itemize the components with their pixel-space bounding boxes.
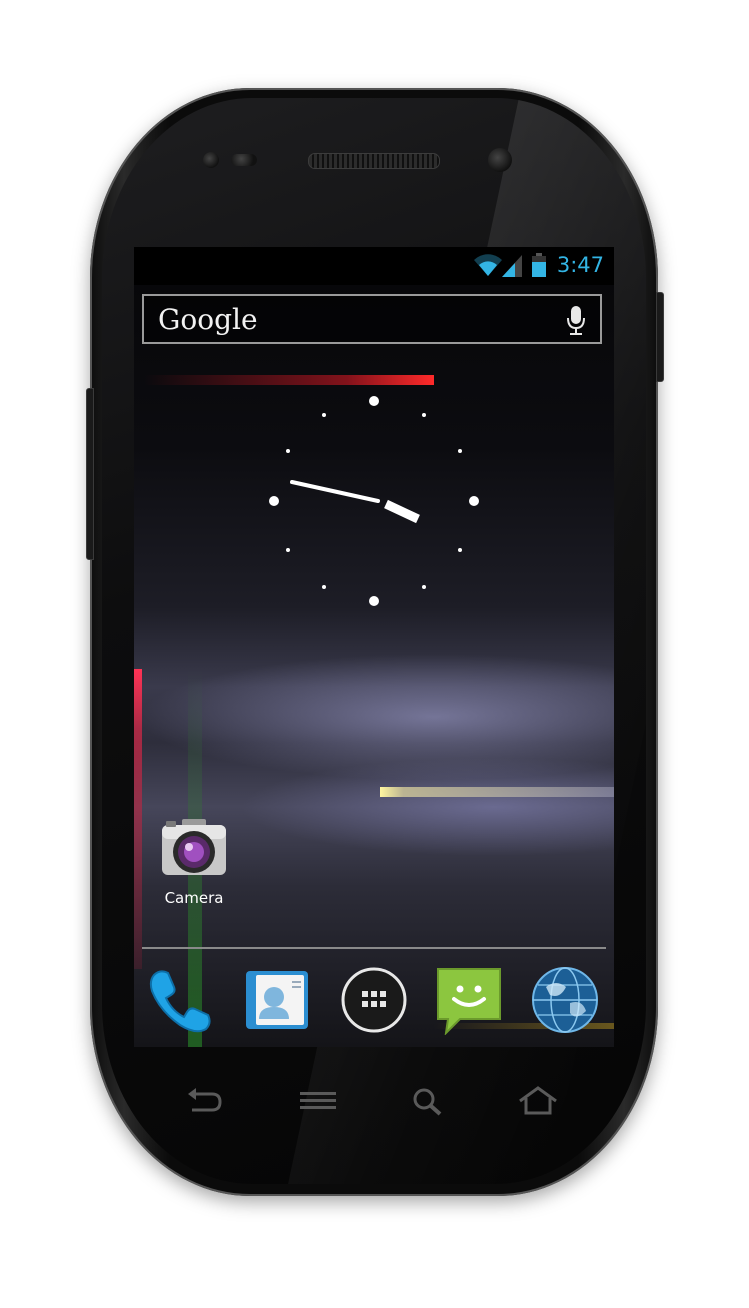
clock-marker-12 — [369, 396, 379, 406]
clock-marker-4 — [458, 548, 462, 552]
clock-hour-hand — [384, 499, 420, 524]
clock-marker-6 — [369, 596, 379, 606]
battery-icon — [532, 253, 546, 277]
red-light-streak — [144, 375, 434, 385]
back-icon[interactable] — [184, 1086, 224, 1116]
clock-marker-2 — [458, 449, 462, 453]
dock-app-drawer[interactable] — [339, 965, 409, 1035]
search-icon[interactable] — [408, 1086, 448, 1116]
dock-contacts[interactable] — [242, 965, 312, 1035]
power-button[interactable] — [656, 292, 664, 382]
camera-shortcut[interactable]: Camera — [154, 817, 234, 907]
clock-marker-11 — [322, 413, 326, 417]
google-logo-text: Google — [158, 303, 258, 336]
proximity-sensor-icon — [203, 152, 219, 168]
dock-messaging[interactable] — [434, 965, 504, 1036]
signal-icon — [502, 255, 522, 277]
phone-icon — [149, 970, 211, 1033]
mic-icon[interactable] — [566, 306, 586, 336]
earpiece-speaker — [308, 153, 440, 169]
red-vertical-streak — [134, 669, 142, 969]
clock-marker-9 — [269, 496, 279, 506]
google-search-bar[interactable]: Google — [142, 294, 602, 344]
messaging-icon — [437, 968, 501, 1036]
wifi-icon — [474, 254, 502, 276]
contacts-icon — [246, 971, 308, 1029]
clock-marker-3 — [469, 496, 479, 506]
home-icon[interactable] — [518, 1086, 558, 1116]
dock-browser[interactable] — [530, 965, 600, 1035]
status-bar: 3:47 — [134, 247, 614, 285]
dock-phone[interactable] — [146, 965, 216, 1035]
dock-divider — [142, 947, 606, 949]
menu-icon[interactable] — [298, 1086, 338, 1116]
app-drawer-icon — [341, 967, 407, 1033]
dock — [134, 961, 614, 1041]
light-sensor-icon — [231, 154, 257, 166]
front-camera-icon — [488, 148, 512, 172]
camera-icon — [162, 819, 226, 875]
status-clock: 3:47 — [556, 253, 604, 277]
globe-icon — [532, 967, 598, 1033]
clock-marker-8 — [286, 548, 290, 552]
clock-minute-hand — [290, 480, 380, 503]
clock-marker-1 — [422, 413, 426, 417]
wallpaper — [134, 247, 614, 1047]
camera-label: Camera — [164, 889, 224, 907]
yellow-light-streak — [380, 787, 614, 797]
screen: 3:47 Google Camera — [134, 247, 614, 1047]
clock-marker-5 — [422, 585, 426, 589]
volume-button[interactable] — [86, 388, 94, 560]
analog-clock-widget[interactable] — [264, 387, 484, 607]
clock-marker-10 — [286, 449, 290, 453]
clock-marker-7 — [322, 585, 326, 589]
